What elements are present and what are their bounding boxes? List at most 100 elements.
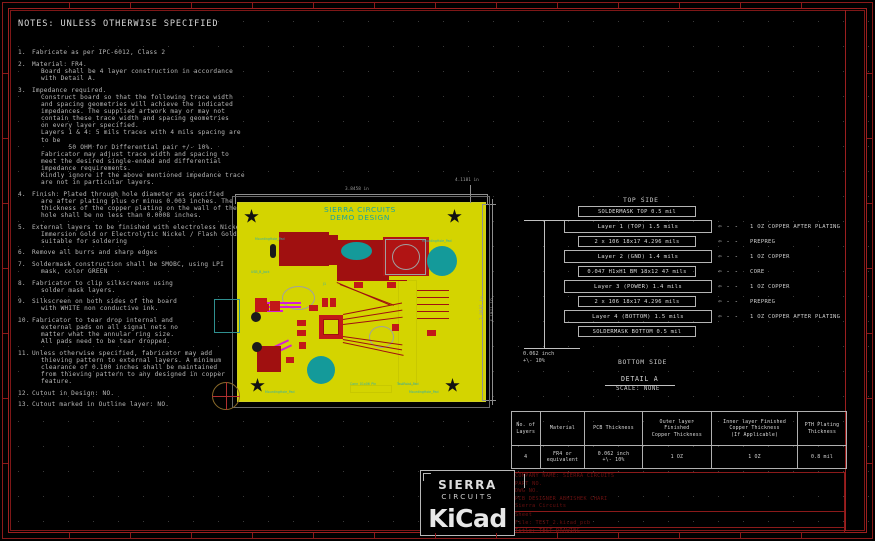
frame-tick-top [191, 2, 192, 8]
left-connector-outline [214, 299, 240, 333]
frame-tick-bottom [801, 533, 802, 539]
note-text: Fabricator to clip silkscreens using sold… [32, 280, 250, 294]
frame-tick-right [867, 463, 873, 464]
frame-tick-bottom [740, 533, 741, 539]
scale-label: SCALE: NONE [616, 386, 660, 392]
tb-footer: Title: TEST DRAWING [515, 527, 581, 534]
stackup-callout-note: PREPREG [750, 238, 776, 245]
total-thickness-label: 0.062 inch +\- 10% [523, 351, 554, 365]
spec-table-cell: 1 OZ [711, 445, 798, 469]
tb-company: COMPANY NAME: SIERRA CIRCUITS [515, 473, 615, 479]
stackup-layer-label: Layer 2 (GND) 1.4 mils [597, 253, 679, 260]
frame-tick-top [252, 2, 253, 8]
dim-height-outer-label: 3.1811 in [490, 298, 495, 322]
spec-table-header-cell: Inner layer Finished Copper Thickness (I… [711, 411, 798, 446]
note-number: 13. [18, 401, 30, 409]
stackup-layer-row: 2 x 106 18x17 4.296 mils [578, 236, 696, 247]
frame-tick-right [867, 333, 873, 334]
tb-dwg-no: DWG NO. [515, 488, 539, 494]
note-text: Soldermask construction shall be SMOBC, … [32, 261, 250, 275]
stackup-layer-label: 2 x 106 18x17 4.296 mils [594, 298, 680, 305]
frame-tick-right [867, 203, 873, 204]
total-thickness-line-1: 0.062 inch [523, 351, 555, 357]
note-item: 8. Fabricator to clip silkscreens using so… [18, 280, 250, 294]
frame-tick-bottom [130, 533, 131, 539]
stackup-callout-note: PREPREG [750, 298, 776, 305]
note-text: Fabricate as per IPC-6012, Class 2 [32, 49, 166, 57]
stackup-layer-label: Layer 4 (BOTTOM) 1.5 mils [592, 313, 684, 320]
note-subtext: Construct board so that the following tr… [41, 93, 245, 187]
note-item: 1. Fabricate as per IPC-6012, Class 2 [18, 49, 250, 56]
stackup-callout-arrow: ⇦ - - [718, 298, 739, 305]
stackup-callout-arrow: ⇦ - - [718, 268, 739, 275]
frame-tick-bottom [435, 533, 436, 539]
spec-table-cell: 1 OZ [641, 445, 713, 469]
spec-table-cell: FR4 or equivalent [539, 445, 586, 469]
frame-tick-bottom [374, 533, 375, 539]
note-number: 4. [18, 190, 26, 198]
note-subtext: are after plating plus or minus 0.003 in… [41, 197, 237, 219]
frame-tick-top [130, 2, 131, 8]
detail-a-label: DETAIL A [621, 375, 659, 383]
note-text: External layers to be finished with elec… [32, 224, 250, 245]
thickness-dim-top-rule [524, 220, 580, 221]
frame-tick-bottom [557, 533, 558, 539]
stackup-callout-note: 1 OZ COPPER [750, 253, 790, 260]
logo-kicad-text: KiCad [428, 504, 507, 533]
frame-tick-bottom [679, 533, 680, 539]
frame-tick-bottom [252, 533, 253, 539]
note-number: 3. [18, 86, 26, 94]
note-number: 7. [18, 260, 26, 268]
logo-block: SIERRA CIRCUITS KiCad [420, 470, 515, 536]
frame-tick-bottom [191, 533, 192, 539]
tb-designer: PCB DESIGNER ABHISHEK CHARI [515, 495, 608, 502]
thickness-dim-bot-rule [524, 348, 580, 349]
stackup-callout-note: CORE [750, 268, 765, 275]
note-text: Remove all burrs and sharp edges [32, 249, 158, 257]
stackup-callout-arrow: ⇦ - - [718, 253, 739, 260]
stackup-layer-row: 0.047 H1xH1 BM 18x12 47 mils [578, 266, 696, 277]
note-subtext: Immersion Gold or Electrolytic Nickel / … [41, 230, 237, 245]
stackup-callout-arrow: ⇦ - - [718, 238, 739, 245]
note-number: 10. [18, 316, 30, 324]
frame-tick-top [618, 2, 619, 8]
note-text: Impedance required. Construct board so th… [32, 87, 250, 186]
tb-divider-1 [512, 511, 844, 512]
kicad-drawing-sheet: NOTES: UNLESS OTHERWISE SPECIFIED 1. Fabr… [0, 0, 875, 541]
frame-tick-left [2, 463, 8, 464]
stackup-layer-row: Layer 2 (GND) 1.4 mils [564, 250, 712, 263]
note-number: 12. [18, 389, 30, 397]
spec-table-header-cell: PCB Thickness [584, 411, 643, 446]
title-block: COMPANY NAME: SIERRA CIRCUITS PART NO. D… [511, 472, 845, 534]
note-text: Unless otherwise specified, fabricator m… [32, 350, 250, 385]
frame-tick-right [867, 73, 873, 74]
note-number: 1. [18, 49, 26, 57]
tb-sheet: Sheet [515, 512, 533, 518]
note-text: Finish: Plated through hole diameter as … [32, 191, 250, 219]
thickness-dim-line [544, 220, 545, 348]
stackup-layer-row: Layer 4 (BOTTOM) 1.5 mils [564, 310, 712, 323]
note-text: Material: FR4. Board shall be 4 layer con… [32, 61, 250, 82]
spec-table-header-cell: Outer layer Finished Copper Thickness [641, 411, 713, 446]
frame-tick-right [867, 268, 873, 269]
note-item: 3. Impedance required. Construct board so … [18, 87, 250, 186]
frame-tick-bottom [313, 533, 314, 539]
top-side-label: TOP SIDE [623, 196, 659, 204]
crosshair-v [226, 382, 227, 410]
stackup-layer-label: SOLDERMASK TOP 0.5 mil [598, 208, 676, 215]
note-item: 2. Material: FR4. Board shall be 4 layer c… [18, 61, 250, 82]
frame-tick-left [2, 398, 8, 399]
note-item: 5. External layers to be finished with el… [18, 224, 250, 245]
frame-tick-right [867, 138, 873, 139]
frame-tick-left [2, 268, 8, 269]
stackup-layer-row: Layer 3 (POWER) 1.4 mils [564, 280, 712, 293]
frame-tick-bottom [69, 533, 70, 539]
logo-circuits-text: CIRCUITS [441, 492, 494, 501]
stackup-layer-row: Layer 1 (TOP) 1.5 mils [564, 220, 712, 233]
frame-tick-left [2, 138, 8, 139]
frame-tick-bottom [496, 533, 497, 539]
note-number: 11. [18, 349, 30, 357]
note-item: 11. Unless otherwise specified, fabricato… [18, 350, 250, 385]
stackup-callout-note: 1 OZ COPPER AFTER PLATING [750, 223, 841, 230]
frame-tick-top [801, 2, 802, 8]
